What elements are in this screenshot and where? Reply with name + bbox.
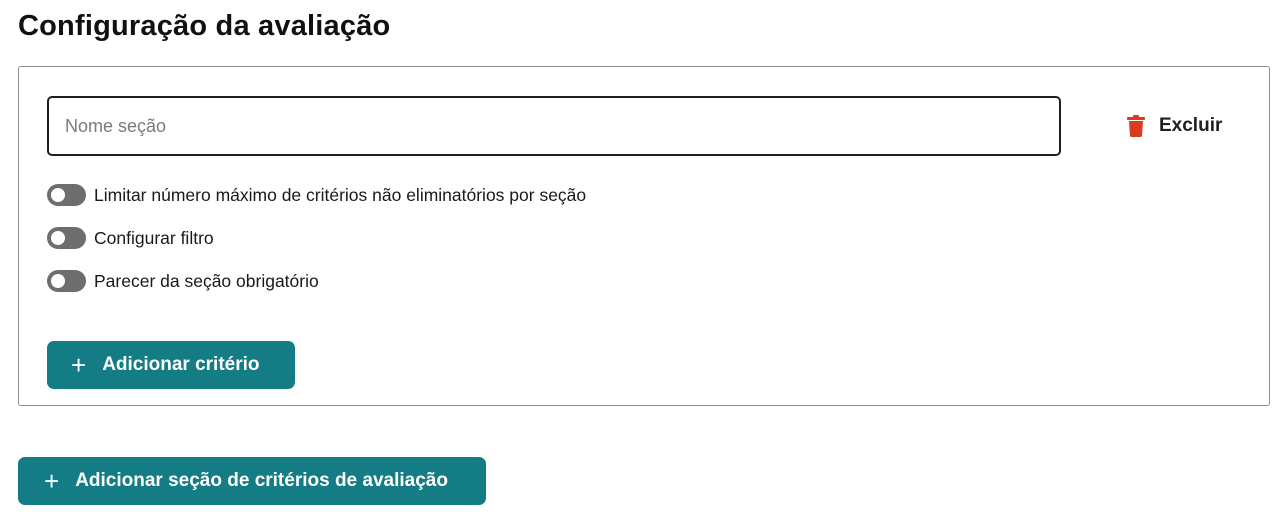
configure-filter-label: Configurar filtro [94,227,214,248]
criteria-section-card: Excluir Limitar número máximo de critéri… [18,66,1270,406]
add-section-label: Adicionar seção de critérios de avaliaçã… [75,470,448,491]
toggle-knob [51,274,65,288]
toggle-row-required-opinion: Parecer da seção obrigatório [47,270,319,292]
evaluation-config-page: Configuração da avaliação Excluir Limita… [0,0,1280,526]
toggle-row-limit-criteria: Limitar número máximo de critérios não e… [47,184,586,206]
plus-icon: + [71,350,87,380]
plus-icon: + [44,466,60,496]
add-criterion-button[interactable]: + Adicionar critério [47,341,295,389]
delete-section-button[interactable]: Excluir [1119,109,1230,143]
page-title: Configuração da avaliação [18,10,391,42]
add-section-button[interactable]: + Adicionar seção de critérios de avalia… [18,457,486,505]
add-criterion-label: Adicionar critério [102,354,260,375]
configure-filter-toggle[interactable] [47,227,86,249]
required-opinion-label: Parecer da seção obrigatório [94,270,319,291]
trash-icon [1127,115,1145,137]
toggle-knob [51,231,65,245]
limit-criteria-toggle[interactable] [47,184,86,206]
limit-criteria-label: Limitar número máximo de critérios não e… [94,184,587,205]
toggle-row-configure-filter: Configurar filtro [47,227,214,249]
required-opinion-toggle[interactable] [47,270,86,292]
section-name-input[interactable] [47,96,1061,156]
toggle-knob [51,188,65,202]
delete-section-label: Excluir [1159,115,1223,136]
